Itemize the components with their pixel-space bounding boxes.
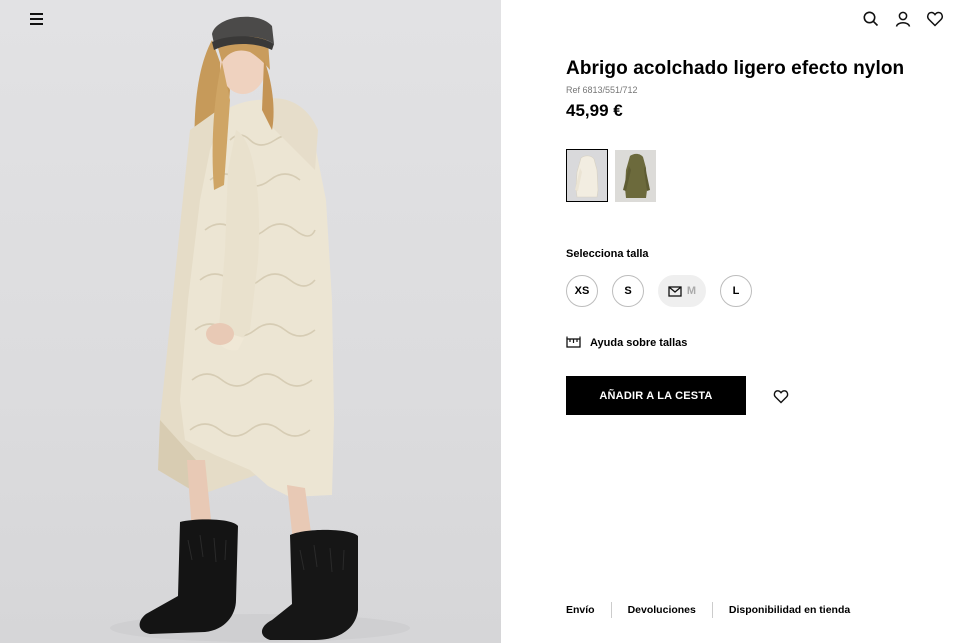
- size-selector-label: Selecciona talla: [566, 248, 649, 260]
- size-label-xs: XS: [574, 285, 590, 297]
- search-icon[interactable]: [862, 10, 880, 28]
- size-label-l: L: [732, 285, 740, 297]
- shipping-link[interactable]: Envío: [566, 604, 595, 616]
- size-option-s[interactable]: S: [612, 275, 644, 307]
- footer-links: Envío Devoluciones Disponibilidad en tie…: [566, 602, 850, 618]
- model-illustration: [110, 16, 410, 642]
- color-swatches: [566, 149, 656, 202]
- size-help-link[interactable]: Ayuda sobre tallas: [566, 336, 687, 349]
- returns-link[interactable]: Devoluciones: [628, 604, 696, 616]
- size-label-m: M: [686, 285, 697, 297]
- product-title: Abrigo acolchado ligero efecto nylon: [566, 58, 905, 79]
- color-swatch-crudo[interactable]: [566, 149, 608, 202]
- heart-icon[interactable]: [926, 10, 944, 28]
- size-option-l[interactable]: L: [720, 275, 752, 307]
- product-ref: Ref 6813/551/712: [566, 85, 638, 95]
- size-option-xs[interactable]: XS: [566, 275, 598, 307]
- size-label-s: S: [624, 285, 632, 297]
- add-to-cart-button[interactable]: AÑADIR A LA CESTA: [566, 376, 746, 415]
- mail-icon: [668, 285, 682, 297]
- divider: [711, 602, 713, 618]
- size-options: XS S M L: [566, 275, 752, 307]
- ruler-icon: [566, 336, 581, 348]
- product-price: 45,99 €: [566, 101, 623, 120]
- size-option-m[interactable]: M: [658, 275, 706, 307]
- size-help-label: Ayuda sobre tallas: [590, 336, 688, 349]
- product-photo: [0, 0, 501, 643]
- color-swatch-khaki[interactable]: [615, 150, 656, 202]
- menu-icon[interactable]: [30, 10, 48, 28]
- divider: [610, 602, 612, 618]
- header-actions: [862, 10, 944, 28]
- store-availability-link[interactable]: Disponibilidad en tienda: [729, 604, 850, 616]
- wishlist-heart-icon[interactable]: [773, 389, 789, 404]
- user-icon[interactable]: [894, 10, 912, 28]
